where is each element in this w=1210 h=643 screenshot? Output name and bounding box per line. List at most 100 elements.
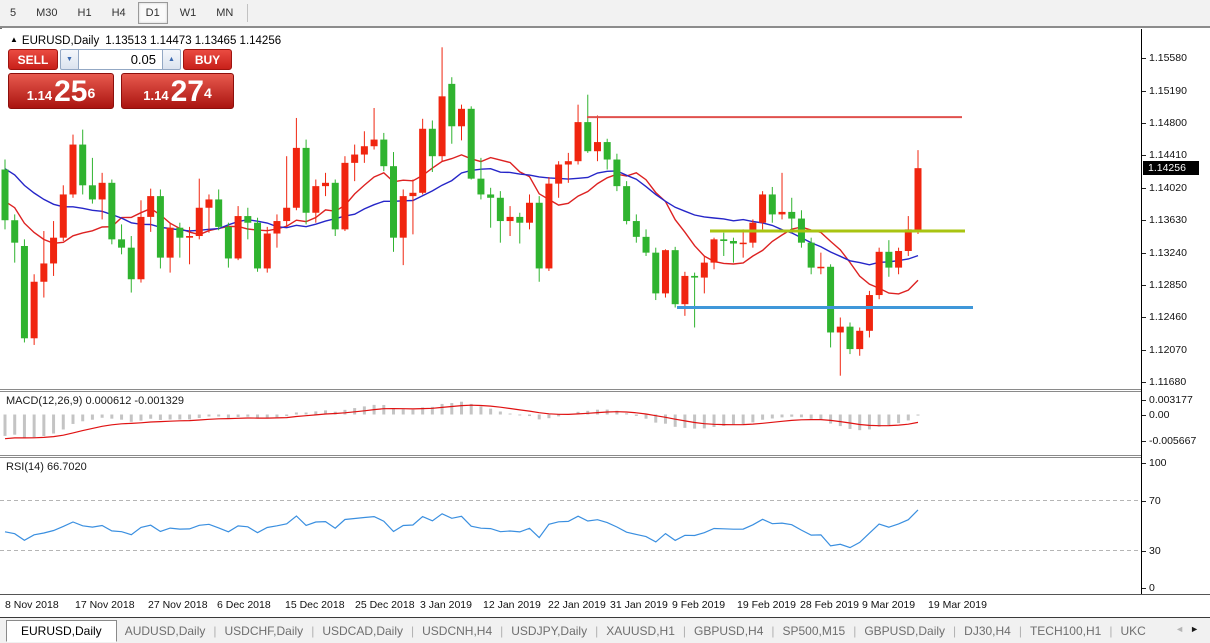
price-tick-mark <box>1142 91 1146 92</box>
candle-body <box>312 186 319 213</box>
candle-body <box>11 220 18 242</box>
price-tick-mark <box>1142 220 1146 221</box>
tab-item-sp500-m15[interactable]: SP500,M15 <box>775 621 854 641</box>
macd-tick-mark <box>1142 415 1146 416</box>
candle-body <box>419 129 426 193</box>
tab-item-gbpusd-h4[interactable]: GBPUSD,H4 <box>686 621 771 641</box>
candle-body <box>885 252 892 268</box>
candle-body <box>99 183 106 200</box>
tab-item-ukc[interactable]: UKC <box>1112 621 1153 641</box>
price-tick: 1.15580 <box>1149 52 1187 64</box>
price-tick-mark <box>1142 188 1146 189</box>
candle-body <box>293 148 300 208</box>
candle-body <box>332 183 339 230</box>
price-tick-mark <box>1142 253 1146 254</box>
candle-body <box>613 160 620 187</box>
macd-tick: 0.003177 <box>1149 394 1193 406</box>
candle-body <box>623 186 630 221</box>
macd-tick-mark <box>1142 441 1146 442</box>
candle-body <box>856 331 863 349</box>
price-tick-mark <box>1142 58 1146 59</box>
one-click-trade-widget: SELL ▼ ▲ BUY 1.14 25 6 1.14 27 4 <box>8 49 234 109</box>
candle-body <box>594 142 601 151</box>
tab-item-dj30-h4[interactable]: DJ30,H4 <box>956 621 1019 641</box>
current-price-badge: 1.14256 <box>1143 161 1199 175</box>
time-axis[interactable]: 8 Nov 201817 Nov 201827 Nov 20186 Dec 20… <box>0 594 1210 617</box>
volume-increase-button[interactable]: ▲ <box>162 49 181 70</box>
candle-body <box>497 198 504 221</box>
volume-decrease-button[interactable]: ▼ <box>60 49 79 70</box>
toolbar-separator <box>247 4 248 22</box>
buy-price-tile[interactable]: 1.14 27 4 <box>121 73 234 109</box>
date-label: 27 Nov 2018 <box>148 599 208 611</box>
tab-item-gbpusd-daily[interactable]: GBPUSD,Daily <box>856 621 953 641</box>
candle-body <box>652 253 659 294</box>
sell-button[interactable]: SELL <box>8 49 58 70</box>
price-tick-mark <box>1142 350 1146 351</box>
price-tick: 1.13240 <box>1149 247 1187 259</box>
candle-body <box>400 196 407 238</box>
mt4-window: 5M30H1H4D1W1MN MACD(12,26,9) 0.000612 -0… <box>0 0 1210 643</box>
candle-body <box>526 203 533 223</box>
buy-button[interactable]: BUY <box>183 49 232 70</box>
candle-body <box>458 109 465 126</box>
volume-input[interactable] <box>79 49 162 70</box>
tab-item-usdcad-daily[interactable]: USDCAD,Daily <box>314 621 411 641</box>
candle-body <box>147 196 154 217</box>
candle-body <box>720 239 727 241</box>
rsi-tick-mark <box>1142 588 1146 589</box>
tab-item-usdcnh-h4[interactable]: USDCNH,H4 <box>414 621 500 641</box>
candle-body <box>759 194 766 222</box>
price-tick-mark <box>1142 285 1146 286</box>
tab-scroll-right-icon[interactable]: ► <box>1190 624 1205 634</box>
candle-body <box>341 163 348 230</box>
tab-item-tech100-h1[interactable]: TECH100,H1 <box>1022 621 1109 641</box>
timeframe-button-w1[interactable]: W1 <box>172 2 205 24</box>
sell-price-tile[interactable]: 1.14 25 6 <box>8 73 114 109</box>
candle-body <box>225 227 232 259</box>
candle-body <box>303 148 310 213</box>
tab-item-audusd-daily[interactable]: AUDUSD,Daily <box>117 621 214 641</box>
price-tick: 1.14800 <box>1149 117 1187 129</box>
tab-item-usdchf-daily[interactable]: USDCHF,Daily <box>217 621 312 641</box>
chart-tab-bar: EURUSD,DailyAUDUSD,Daily|USDCHF,Daily|US… <box>0 617 1210 643</box>
tab-item-eurusd-daily[interactable]: EURUSD,Daily <box>6 620 117 642</box>
up-triangle-icon: ▲ <box>168 56 175 63</box>
timeframe-button-h4[interactable]: H4 <box>104 2 134 24</box>
buy-price-prefix: 1.14 <box>143 86 168 106</box>
timeframe-button-5[interactable]: 5 <box>2 2 24 24</box>
timeframe-button-m30[interactable]: M30 <box>28 2 65 24</box>
timeframe-button-d1[interactable]: D1 <box>138 2 168 24</box>
date-label: 17 Nov 2018 <box>75 599 135 611</box>
candle-body <box>827 267 834 333</box>
candle-body <box>604 142 611 159</box>
candle-body <box>915 168 922 230</box>
candle-body <box>2 170 9 221</box>
candle-body <box>31 282 38 339</box>
candle-body <box>672 250 679 304</box>
price-tick: 1.13630 <box>1149 214 1187 226</box>
date-label: 19 Feb 2019 <box>737 599 796 611</box>
candle-body <box>176 228 183 238</box>
macd-pane[interactable]: MACD(12,26,9) 0.000612 -0.001329 <box>0 392 1141 455</box>
date-label: 6 Dec 2018 <box>217 599 271 611</box>
date-label: 12 Jan 2019 <box>483 599 541 611</box>
tab-item-xauusd-h1[interactable]: XAUUSD,H1 <box>598 621 683 641</box>
timeframe-button-mn[interactable]: MN <box>208 2 241 24</box>
price-axis[interactable]: 1.155801.151901.148001.144101.140201.136… <box>1141 29 1210 594</box>
collapse-icon[interactable]: ▲ <box>10 35 18 44</box>
candle-body <box>196 208 203 236</box>
candle-body <box>215 199 222 226</box>
tab-item-usdjpy-daily[interactable]: USDJPY,Daily <box>503 621 595 641</box>
sell-price-main: 25 <box>54 78 87 106</box>
tab-scroll-left-icon[interactable]: ◄ <box>1175 624 1190 634</box>
candle-body <box>711 239 718 262</box>
timeframe-button-h1[interactable]: H1 <box>70 2 100 24</box>
candle-body <box>905 229 912 251</box>
rsi-pane[interactable]: RSI(14) 66.7020 <box>0 458 1141 594</box>
down-triangle-icon: ▼ <box>66 56 73 63</box>
date-label: 28 Feb 2019 <box>800 599 859 611</box>
price-tick: 1.15190 <box>1149 85 1187 97</box>
macd-tick: 0.00 <box>1149 409 1169 421</box>
price-tick-mark <box>1142 155 1146 156</box>
